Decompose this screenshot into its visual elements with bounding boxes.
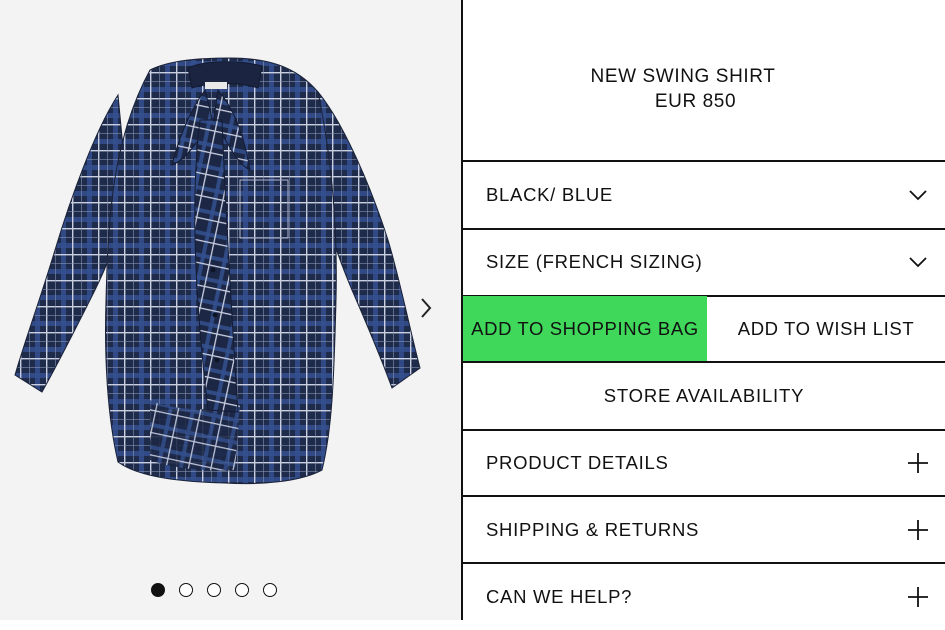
gallery-pagination	[151, 583, 277, 597]
product-header: NEW SWING SHIRT EUR 850	[463, 0, 945, 161]
accordion-label: CAN WE HELP?	[486, 586, 633, 607]
accordion-label: PRODUCT DETAILS	[486, 452, 669, 473]
accordion-shipping-returns[interactable]: SHIPPING & RETURNS	[463, 497, 945, 563]
plus-icon	[908, 453, 928, 473]
product-gallery	[0, 0, 461, 620]
product-price: EUR 850	[654, 91, 737, 112]
plus-icon	[908, 520, 928, 540]
gallery-dot-1[interactable]	[151, 583, 165, 597]
product-panel: NEW SWING SHIRT EUR 850 BLACK/ BLUE SIZE…	[463, 0, 945, 620]
chevron-down-icon	[909, 257, 927, 268]
chevron-right-icon[interactable]	[415, 295, 437, 321]
gallery-dot-2[interactable]	[179, 583, 193, 597]
color-selector-label: BLACK/ BLUE	[486, 184, 613, 205]
store-availability-button[interactable]: STORE AVAILABILITY	[463, 363, 945, 429]
gallery-dot-3[interactable]	[207, 583, 221, 597]
size-selector[interactable]: SIZE (FRENCH SIZING)	[463, 229, 945, 295]
chevron-down-icon	[909, 190, 927, 201]
plus-icon	[908, 587, 928, 607]
product-image	[14, 57, 421, 485]
gallery-dot-4[interactable]	[235, 583, 249, 597]
accordion-product-details[interactable]: PRODUCT DETAILS	[463, 430, 945, 496]
accordion-label: SHIPPING & RETURNS	[486, 519, 700, 540]
add-to-wishlist-button[interactable]: ADD TO WISH LIST	[707, 296, 945, 362]
size-selector-label: SIZE (FRENCH SIZING)	[486, 251, 703, 272]
product-title: NEW SWING SHIRT	[590, 66, 776, 87]
accordion-can-we-help[interactable]: CAN WE HELP?	[463, 564, 945, 630]
gallery-dot-5[interactable]	[263, 583, 277, 597]
add-to-bag-button[interactable]: ADD TO SHOPPING BAG	[463, 296, 707, 362]
color-selector[interactable]: BLACK/ BLUE	[463, 162, 945, 228]
